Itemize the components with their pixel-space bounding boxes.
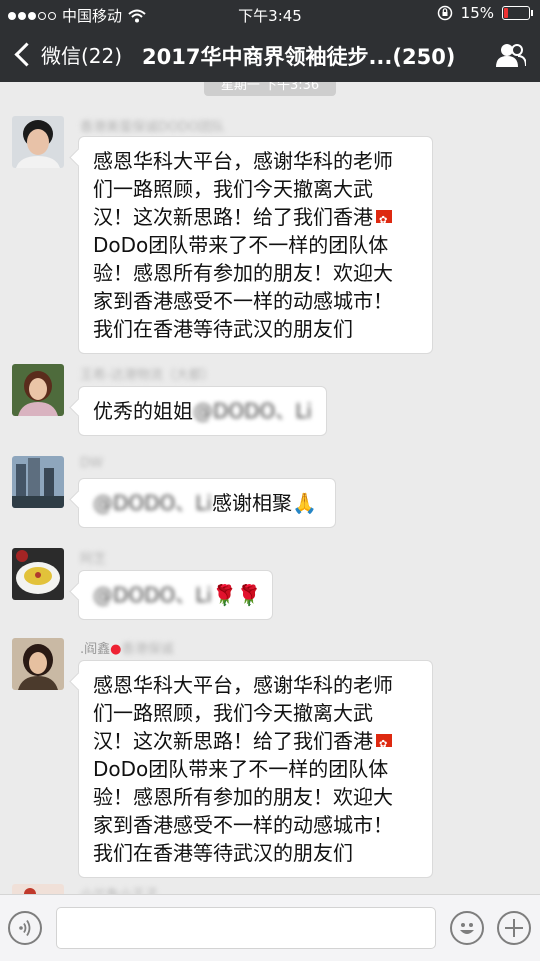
sender-name-prefix: .阎鑫	[80, 642, 111, 657]
sender-name: 小兰鱼小王子	[80, 884, 158, 894]
message-line: 感恩华科大平台，感谢华科的老师	[93, 673, 393, 697]
message-line: 们一路照顾，我们今天撤离大武	[93, 177, 373, 201]
avatar[interactable]	[12, 884, 64, 894]
status-bar: 中国移动 下午3:45 15%	[0, 0, 540, 28]
status-right: 15%	[437, 4, 533, 22]
sender-name: .阎鑫●香港保诚	[80, 642, 174, 657]
emoji-icon[interactable]	[450, 911, 484, 945]
mention[interactable]: @DODO、Li	[193, 399, 312, 423]
message-bubble[interactable]: 感恩华科大平台，感谢华科的老师 们一路照顾，我们今天撤离大武 汉！这次新思路！给…	[78, 660, 433, 878]
message-bubble[interactable]: @DODO、Li🌹🌹	[78, 570, 273, 620]
timestamp: 星期一 下午3:36	[204, 82, 336, 96]
message-text: 🌹🌹	[211, 583, 262, 607]
avatar[interactable]	[12, 548, 64, 600]
battery-percent: 15%	[460, 4, 494, 22]
message-text: 优秀的姐姐	[93, 399, 193, 423]
sender-name: DW	[80, 456, 103, 471]
input-bar	[0, 894, 540, 961]
orientation-lock-icon	[437, 5, 452, 21]
battery-icon	[502, 6, 533, 20]
back-button[interactable]: 微信(22)	[12, 40, 122, 69]
message-bubble[interactable]: 优秀的姐姐@DODO、Li	[78, 386, 327, 436]
group-info-icon[interactable]	[496, 42, 526, 68]
plus-icon[interactable]	[497, 911, 531, 945]
message-bubble[interactable]: 感恩华科大平台，感谢华科的老师 们一路照顾，我们今天撤离大武 汉！这次新思路！给…	[78, 136, 433, 354]
message-line: 汉！这次新思路！给了我们香港	[93, 729, 373, 753]
avatar[interactable]	[12, 456, 64, 508]
sender-name: 阿芝	[80, 552, 107, 567]
message-line: 我们在香港等待武汉的朋友们	[93, 317, 353, 341]
message-bubble[interactable]: @DODO、Li感谢相聚🙏	[78, 478, 336, 528]
back-label: 微信(22)	[41, 44, 123, 68]
mention[interactable]: @DODO、Li	[93, 491, 212, 515]
sender-name: 王希-达港物流（大都）	[80, 368, 215, 383]
message-line: 家到香港感受不一样的动感城市！	[93, 813, 393, 837]
message-line: 汉！这次新思路！给了我们香港	[93, 205, 373, 229]
message-line: 验！感恩所有参加的朋友！欢迎大	[93, 785, 393, 809]
message-line: 感恩华科大平台，感谢华科的老师	[93, 149, 393, 173]
sender-name-hidden: 香港保诚	[121, 642, 174, 657]
message-line: 家到香港感受不一样的动感城市！	[93, 289, 393, 313]
message-line: DoDo团队带来了不一样的团队体	[93, 233, 389, 257]
avatar[interactable]	[12, 364, 64, 416]
hong-kong-flag-icon	[376, 207, 392, 235]
chevron-left-icon	[14, 42, 39, 67]
message-input[interactable]	[56, 907, 436, 949]
message-line: 我们在香港等待武汉的朋友们	[93, 841, 353, 865]
hong-kong-flag-icon	[376, 731, 392, 759]
nav-bar: 微信(22) 2017华中商界领袖徒步...(250)	[0, 28, 540, 82]
avatar[interactable]	[12, 116, 64, 168]
chat-title: 2017华中商界领袖徒步...(250)	[142, 45, 456, 69]
sender-name: 香港美蛋保诚DODO团队	[80, 120, 225, 135]
mention[interactable]: @DODO、Li	[93, 583, 212, 607]
message-line: 们一路照顾，我们今天撤离大武	[93, 701, 373, 725]
message-line: 验！感恩所有参加的朋友！欢迎大	[93, 261, 393, 285]
message-line: DoDo团队带来了不一样的团队体	[93, 757, 389, 781]
chat-area[interactable]: 星期一 下午3:36 香港美蛋保诚DODO团队 感恩华科大平台，感谢华科的老师 …	[0, 82, 540, 894]
avatar[interactable]	[12, 638, 64, 690]
voice-icon[interactable]	[8, 911, 42, 945]
message-text: 感谢相聚🙏	[211, 491, 317, 515]
